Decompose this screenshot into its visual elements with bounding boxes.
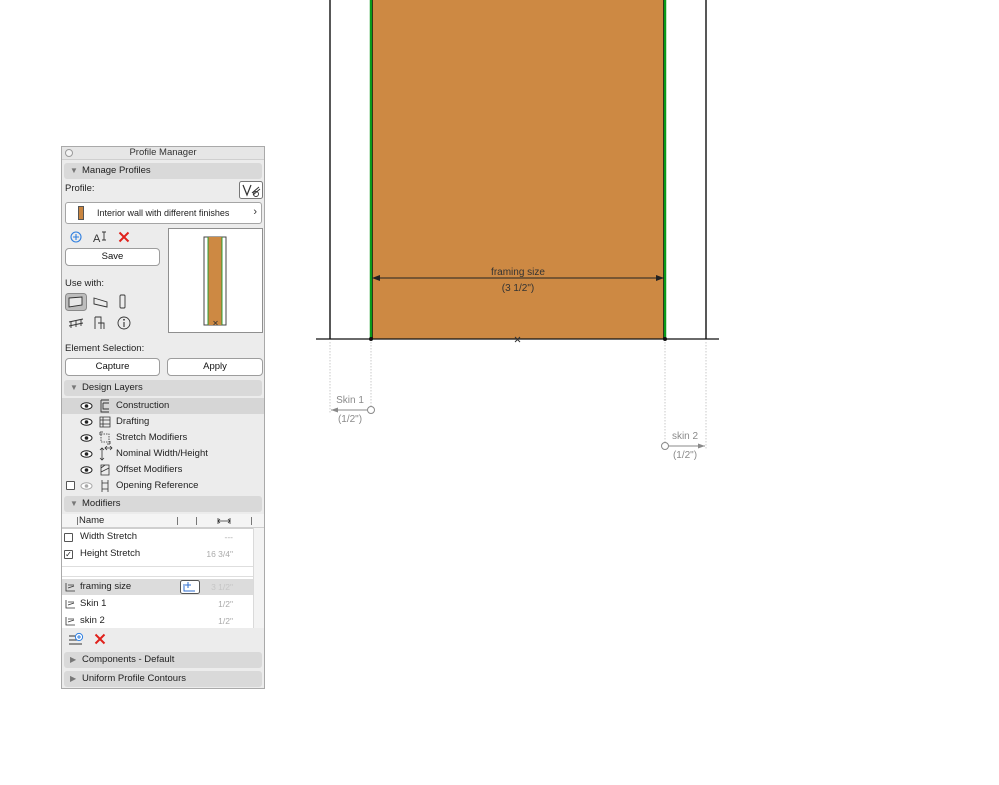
- disclosure-closed-icon: ▶: [70, 674, 77, 683]
- layer-row-opening-reference[interactable]: Opening Reference: [62, 478, 264, 494]
- construction-layer-icon: [100, 399, 109, 413]
- profile-name: Interior wall with different finishes: [97, 208, 230, 218]
- section-uniform-profile-contours[interactable]: ▶ Uniform Profile Contours: [64, 671, 262, 687]
- profile-selector[interactable]: Interior wall with different finishes ›: [65, 202, 262, 224]
- disclosure-open-icon: ▼: [70, 499, 78, 508]
- section-design-layers[interactable]: ▼ Design Layers: [64, 380, 262, 396]
- apply-button[interactable]: Apply: [167, 358, 263, 376]
- dimension-row-icon: [65, 617, 75, 626]
- save-button[interactable]: Save: [65, 248, 160, 266]
- extension-lines: [329, 342, 707, 450]
- table-row[interactable]: framing size 3 1/2": [62, 579, 253, 595]
- profile-swatch-icon: [78, 206, 84, 220]
- section-components[interactable]: ▶ Components - Default: [64, 652, 262, 668]
- wall-tool-icon[interactable]: [65, 293, 87, 311]
- width-stretch-checkbox[interactable]: [64, 533, 73, 542]
- table-row[interactable]: Width Stretch ---: [62, 529, 253, 545]
- dimension-width-icon: [217, 518, 231, 524]
- layer-row-construction[interactable]: Construction: [62, 398, 264, 414]
- add-profile-icon[interactable]: [70, 231, 82, 243]
- disclosure-closed-icon: ▶: [70, 655, 77, 664]
- section-modifiers[interactable]: ▼ Modifiers: [64, 496, 262, 512]
- profile-edit-icon[interactable]: [239, 181, 263, 199]
- column-tool-icon[interactable]: [118, 293, 128, 311]
- section-manage-profiles[interactable]: ▼ Manage Profiles: [64, 163, 262, 179]
- profile-label: Profile:: [65, 183, 95, 194]
- eye-icon[interactable]: [80, 450, 93, 458]
- nominal-width-height-icon: [99, 446, 113, 461]
- add-dimension-icon[interactable]: [180, 580, 200, 594]
- skin-1-dimension[interactable]: Skin 1 (1/2"): [331, 395, 375, 425]
- table-row[interactable]: Skin 1 1/2": [62, 596, 253, 612]
- railing-tool-icon[interactable]: [68, 317, 84, 329]
- stretch-modifiers-icon: [99, 431, 111, 445]
- modifiers-list[interactable]: Width Stretch --- ✓ Height Stretch 16 3/…: [62, 528, 253, 628]
- profile-preview: [168, 228, 263, 333]
- delete-modifier-icon[interactable]: [94, 633, 106, 645]
- height-stretch-checkbox[interactable]: ✓: [64, 550, 73, 559]
- skin-1-value: (1/2"): [338, 414, 362, 425]
- layer-row-drafting[interactable]: Drafting: [62, 414, 264, 430]
- layer-row-stretch-modifiers[interactable]: Stretch Modifiers: [62, 430, 264, 446]
- capture-button[interactable]: Capture: [65, 358, 160, 376]
- vertex-node[interactable]: [663, 337, 667, 341]
- vertex-node[interactable]: [369, 337, 373, 341]
- use-with-label: Use with:: [65, 278, 105, 289]
- offset-modifiers-icon: [100, 464, 110, 476]
- eye-icon[interactable]: [80, 434, 93, 442]
- delete-profile-icon[interactable]: [118, 231, 130, 243]
- opening-reference-icon: [101, 480, 109, 492]
- beam-tool-icon[interactable]: [93, 295, 109, 309]
- close-icon[interactable]: [65, 149, 73, 157]
- disclosure-open-icon: ▼: [70, 383, 78, 392]
- profile-manager-palette: Profile Manager ▼ Manage Profiles Profil…: [61, 146, 265, 689]
- add-modifier-icon[interactable]: [68, 632, 84, 646]
- opening-tool-icon[interactable]: [93, 315, 107, 331]
- dimension-row-icon: [65, 583, 75, 592]
- modifiers-table-header[interactable]: Name: [62, 514, 264, 528]
- skin-2-dimension[interactable]: skin 2 (1/2"): [661, 431, 706, 461]
- table-row[interactable]: skin 2 1/2": [62, 613, 253, 629]
- skin-2-label: skin 2: [672, 431, 699, 442]
- eye-icon[interactable]: [80, 466, 93, 474]
- palette-title: Profile Manager: [129, 147, 197, 158]
- profile-preview-graphic: [203, 236, 227, 326]
- layer-row-offset-modifiers[interactable]: Offset Modifiers: [62, 462, 264, 478]
- palette-titlebar[interactable]: Profile Manager: [62, 147, 264, 160]
- table-row[interactable]: ✓ Height Stretch 16 3/4": [62, 546, 253, 562]
- layer-row-nominal-width-height[interactable]: Nominal Width/Height: [62, 446, 264, 462]
- eye-icon[interactable]: [80, 482, 93, 490]
- eye-icon[interactable]: [80, 402, 93, 410]
- disclosure-open-icon: ▼: [70, 166, 78, 175]
- column-header-name[interactable]: Name: [79, 515, 104, 526]
- layer-visibility-checkbox[interactable]: [66, 481, 75, 490]
- element-selection-label: Element Selection:: [65, 343, 145, 354]
- skin-2-region[interactable]: [665, 0, 706, 339]
- framing-size-value: (3 1/2"): [502, 283, 534, 294]
- eye-icon[interactable]: [80, 418, 93, 426]
- drafting-layer-icon: [99, 416, 111, 428]
- dimension-row-icon: [65, 600, 75, 609]
- chevron-right-icon: ›: [253, 206, 257, 218]
- skin-1-label: Skin 1: [336, 395, 364, 406]
- skin-2-value: (1/2"): [673, 450, 697, 461]
- modifiers-scrollbar[interactable]: [253, 528, 264, 628]
- rename-profile-icon[interactable]: A: [92, 230, 108, 244]
- framing-size-label: framing size: [491, 267, 545, 278]
- skin-1-region[interactable]: [330, 0, 371, 339]
- info-icon[interactable]: [117, 316, 131, 330]
- svg-text:A: A: [93, 233, 101, 244]
